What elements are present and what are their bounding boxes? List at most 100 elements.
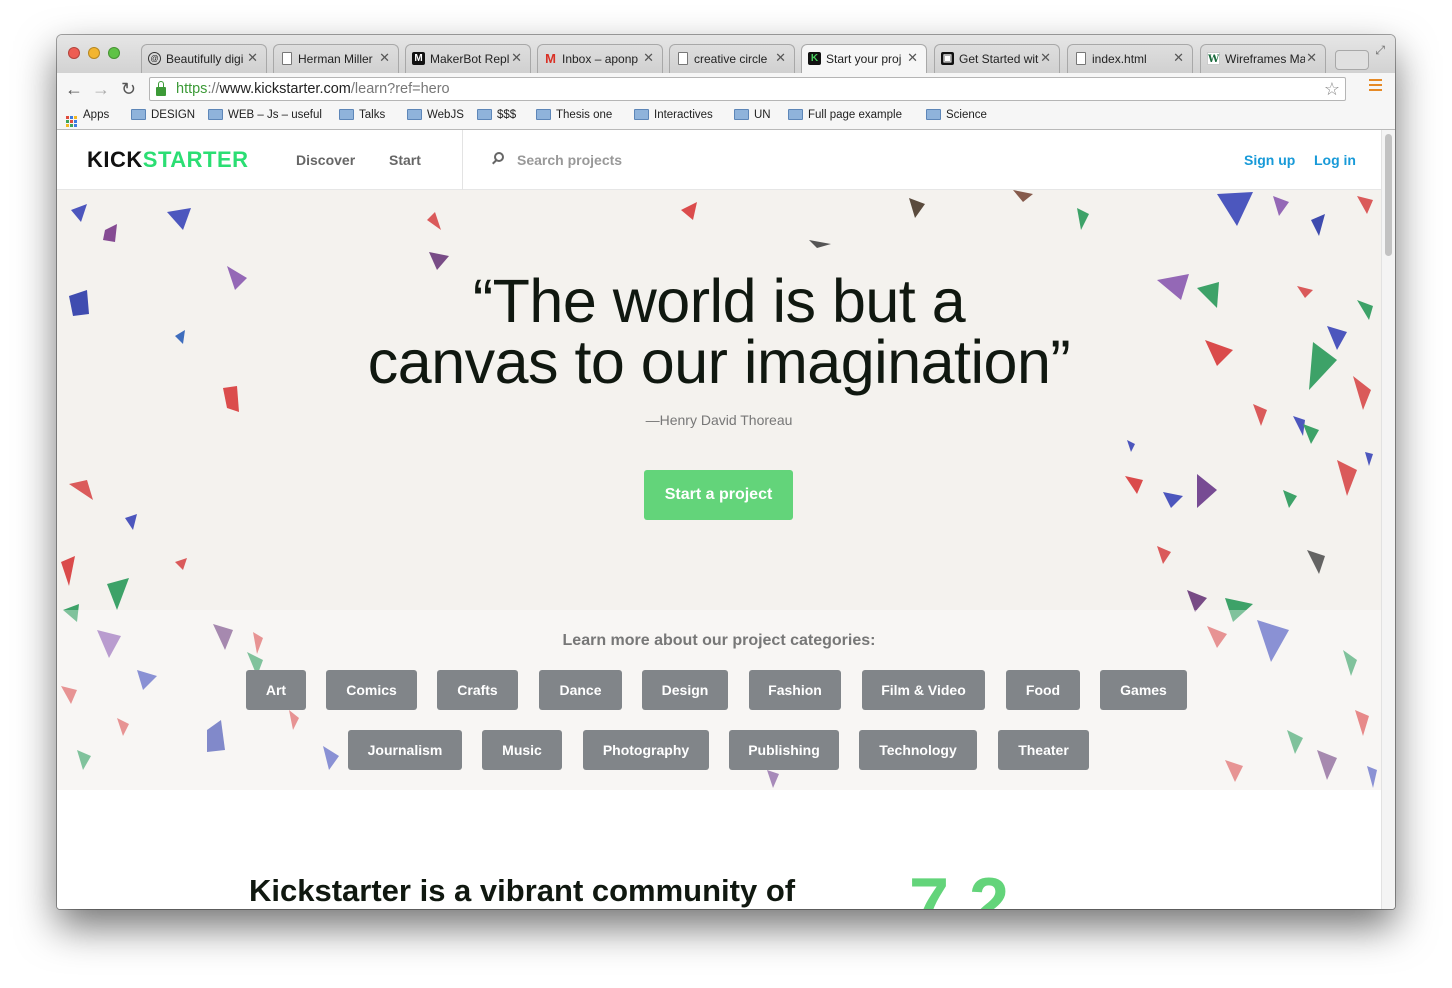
browser-tab-active[interactable]: K Start your proj ✕: [801, 44, 927, 73]
forward-arrow-icon[interactable]: →: [92, 77, 110, 101]
category-pill[interactable]: Art: [246, 670, 306, 710]
browser-tab[interactable]: creative circle ✕: [669, 44, 795, 73]
browser-tab[interactable]: M MakerBot Repli ✕: [405, 44, 531, 73]
makerbot-icon: M: [412, 52, 425, 65]
nav-discover[interactable]: Discover: [296, 152, 355, 168]
category-pill[interactable]: Journalism: [348, 730, 462, 770]
signup-link[interactable]: Sign up: [1244, 152, 1295, 168]
tab-title: Get Started wit: [959, 52, 1039, 66]
category-pill[interactable]: Publishing: [729, 730, 839, 770]
kickstarter-logo[interactable]: KICKSTARTER: [87, 147, 249, 173]
nav-start[interactable]: Start: [389, 152, 421, 168]
folder-icon: [208, 109, 223, 120]
browser-toolbar: ← → ↻ https://www.kickstarter.com/learn?…: [57, 73, 1395, 105]
image-icon: ▣: [941, 52, 954, 65]
folder-icon: [634, 109, 649, 120]
tab-close-icon[interactable]: ✕: [907, 50, 918, 66]
browser-tab[interactable]: M Inbox – aponp ✕: [537, 44, 663, 73]
document-icon: [678, 52, 688, 65]
bookmark-apps[interactable]: Apps: [66, 109, 109, 127]
folder-icon: [734, 109, 749, 120]
tab-close-icon[interactable]: ✕: [511, 50, 522, 66]
community-stat: 7.2: [909, 864, 1010, 909]
browser-tab[interactable]: ▣ Get Started wit ✕: [934, 44, 1060, 73]
bookmark-star-icon[interactable]: ☆: [1324, 78, 1340, 100]
bookmark-folder[interactable]: UN: [734, 109, 771, 121]
site-header: KICKSTARTER Discover Start Sign up Log i…: [57, 130, 1381, 190]
scrollbar-thumb[interactable]: [1385, 134, 1392, 256]
tab-close-icon[interactable]: ✕: [1173, 50, 1184, 66]
page-viewport: KICKSTARTER Discover Start Sign up Log i…: [57, 130, 1381, 909]
category-pill[interactable]: Food: [1006, 670, 1080, 710]
category-pill[interactable]: Theater: [998, 730, 1089, 770]
tab-title: Inbox – aponp: [562, 52, 639, 66]
bookmark-folder[interactable]: Science: [926, 109, 987, 121]
address-bar[interactable]: https://www.kickstarter.com/learn?ref=he…: [149, 77, 1346, 101]
tab-close-icon[interactable]: ✕: [643, 50, 654, 66]
browser-menu-icon[interactable]: [1369, 79, 1382, 94]
tab-close-icon[interactable]: ✕: [247, 50, 258, 66]
folder-icon: [131, 109, 146, 120]
bookmark-folder[interactable]: WebJS: [407, 109, 464, 121]
category-pill[interactable]: Fashion: [749, 670, 841, 710]
bookmark-folder[interactable]: Full page example: [788, 109, 902, 121]
login-link[interactable]: Log in: [1314, 152, 1356, 168]
wikipedia-icon: W: [1207, 52, 1220, 65]
category-pill[interactable]: Comics: [326, 670, 417, 710]
browser-tab[interactable]: W Wireframes Ma ✕: [1200, 44, 1326, 73]
browser-tab[interactable]: Herman Miller ✕: [273, 44, 399, 73]
folder-icon: [477, 109, 492, 120]
folder-icon: [407, 109, 422, 120]
apps-grid-icon: [66, 116, 77, 127]
page-scrollbar[interactable]: [1381, 130, 1395, 909]
folder-icon: [536, 109, 551, 120]
folder-icon: [788, 109, 803, 120]
tab-title: creative circle: [694, 52, 768, 66]
category-pill[interactable]: Crafts: [437, 670, 518, 710]
bookmarks-bar: Apps DESIGN WEB – Js – useful Talks WebJ…: [57, 105, 1395, 130]
quote-line: canvas to our imagination”: [367, 328, 1071, 396]
category-pill[interactable]: Dance: [539, 670, 622, 710]
reload-icon[interactable]: ↻: [121, 77, 136, 101]
category-pill[interactable]: Technology: [859, 730, 977, 770]
category-pill[interactable]: Games: [1100, 670, 1187, 710]
category-pill[interactable]: Music: [482, 730, 562, 770]
browser-tab[interactable]: index.html ✕: [1067, 44, 1193, 73]
bookmark-folder[interactable]: Thesis one: [536, 109, 612, 121]
browser-tab[interactable]: @ Beautifully digi ✕: [141, 44, 267, 73]
document-icon: [1076, 52, 1086, 65]
category-pill[interactable]: Photography: [583, 730, 709, 770]
bookmark-folder[interactable]: WEB – Js – useful: [208, 109, 322, 121]
back-arrow-icon[interactable]: ←: [65, 77, 83, 101]
start-project-button[interactable]: Start a project: [644, 470, 793, 520]
window-maximize-button[interactable]: [108, 47, 120, 59]
category-pill[interactable]: Film & Video: [862, 670, 985, 710]
lock-icon: [156, 81, 166, 96]
quote-line: “The world is but a: [472, 267, 966, 335]
tab-title: Wireframes Ma: [1225, 52, 1305, 66]
tab-title: Start your proj: [826, 52, 902, 66]
quote-attribution: —Henry David Thoreau: [645, 412, 793, 428]
browser-window: @ Beautifully digi ✕ Herman Miller ✕ M M…: [57, 35, 1395, 909]
tab-close-icon[interactable]: ✕: [1306, 50, 1317, 66]
category-pill[interactable]: Design: [642, 670, 728, 710]
bookmark-folder[interactable]: $$$: [477, 109, 516, 121]
window-close-button[interactable]: [68, 47, 80, 59]
tab-title: MakerBot Repli: [430, 52, 510, 66]
folder-icon: [339, 109, 354, 120]
url-text[interactable]: https://www.kickstarter.com/learn?ref=he…: [176, 78, 450, 100]
search-input[interactable]: [515, 146, 819, 174]
circle-at-icon: @: [148, 52, 161, 65]
tab-close-icon[interactable]: ✕: [379, 50, 390, 66]
bookmark-folder[interactable]: Interactives: [634, 109, 713, 121]
bookmark-folder[interactable]: DESIGN: [131, 109, 195, 121]
bookmark-folder[interactable]: Talks: [339, 109, 385, 121]
tab-title: Beautifully digi: [166, 52, 244, 66]
tab-close-icon[interactable]: ✕: [775, 50, 786, 66]
tab-title: index.html: [1092, 52, 1147, 66]
window-minimize-button[interactable]: [88, 47, 100, 59]
tab-close-icon[interactable]: ✕: [1040, 50, 1051, 66]
fullscreen-icon[interactable]: ⤢: [1375, 43, 1385, 58]
kickstarter-icon: K: [808, 52, 821, 65]
new-tab-button[interactable]: [1335, 50, 1369, 70]
